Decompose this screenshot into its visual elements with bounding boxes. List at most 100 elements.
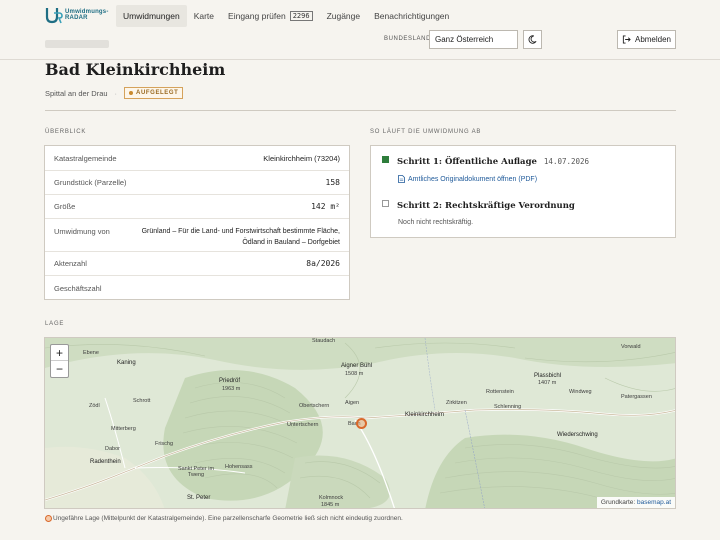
map-label: Zirkitzen (446, 400, 467, 406)
step-1-date: 14.07.2026 (543, 157, 590, 166)
approx-location-legend-icon (45, 515, 52, 522)
map-label: Untertschern (287, 422, 319, 428)
status-dot-icon (129, 91, 134, 95)
status-badge-label: AUFGELEGT (136, 90, 179, 96)
subtitle-line: Spittal an der Drau · AUFGELEGT (45, 87, 184, 99)
map-label: Obertschern (299, 403, 330, 409)
map-label: 1508 m (345, 371, 364, 377)
step-1-title: Schritt 1: Öffentliche Auflage (397, 157, 537, 167)
map-label: Priedröf (219, 378, 241, 384)
step-pending-icon (382, 200, 389, 207)
map-label: Schrott (133, 398, 151, 404)
map-label: Kolmnock (319, 495, 344, 501)
row-key: Aktenzahl (54, 259, 87, 268)
row-key: Größe (54, 202, 76, 211)
row-key: Katastralgemeinde (54, 153, 117, 163)
map-label: 1963 m (222, 386, 241, 392)
map-label: Aigen (345, 400, 360, 406)
map-label: Kaning (117, 360, 136, 366)
attribution-prefix: Grundkarte: (600, 499, 636, 506)
row-key: Umwidmung von (54, 227, 110, 236)
step-1: Schritt 1: Öffentliche Auflage 14.07.202… (382, 156, 590, 167)
table-row: Umwidmung von Grünland – Für die Land- u… (45, 219, 349, 252)
row-key: Grundstück (Parzelle) (54, 178, 127, 187)
process-steps-card: Schritt 1: Öffentliche Auflage 14.07.202… (370, 145, 676, 238)
location-map[interactable]: + − Ebene Kaning Zödl Schrott Mitterberg… (44, 337, 676, 509)
nav-benachrichtigungen[interactable]: Benachrichtigungen (367, 5, 456, 27)
logout-label: Abmelden (634, 35, 672, 44)
title-divider (45, 110, 676, 111)
map-label: 1407 m (538, 380, 557, 386)
map-label: Ebene (83, 350, 99, 356)
nav-umwidmungen[interactable]: Umwidmungen (116, 5, 187, 27)
map-label: Frischg (155, 441, 174, 447)
original-document-link[interactable]: Amtliches Originaldokument öffnen (PDF) (398, 175, 537, 183)
logo-text-line2: RADAR (65, 15, 88, 21)
bundesland-label: BUNDESLAND (384, 36, 432, 42)
separator-dot: · (114, 88, 118, 98)
map-note-text: Ungefähre Lage (Mittelpunkt der Katastra… (53, 515, 403, 522)
map-label: Dabor (105, 446, 120, 452)
overview-table: Katastralgemeinde Kleinkirchheim (73204)… (44, 145, 350, 300)
map-label: Kleinkirchheim (405, 412, 445, 418)
row-key: Geschäftszahl (54, 283, 102, 293)
location-marker-icon[interactable] (356, 418, 367, 429)
map-label: Windweg (569, 389, 592, 395)
map-label: Schlenning (494, 404, 522, 410)
row-value: 8a/2026 (306, 259, 340, 268)
step-2-title: Schritt 2: Rechtskräftige Verordnung (397, 201, 575, 211)
district-name: Spittal an der Drau (45, 88, 108, 98)
zoom-in-button[interactable]: + (51, 345, 68, 361)
breadcrumb-placeholder (45, 40, 109, 48)
step-2: Schritt 2: Rechtskräftige Verordnung (382, 200, 575, 211)
row-value: Kleinkirchheim (73204) (263, 153, 340, 163)
map-label: Mitterberg (111, 426, 136, 432)
map-label: Hohensass (225, 464, 253, 470)
zoom-out-button[interactable]: − (51, 361, 68, 377)
map-label: Sankt Peter im Tweng (177, 466, 215, 478)
map-label: Wiederschwing (557, 432, 598, 438)
main-nav: Umwidmungen Karte Eingang prüfen 2296 Zu… (116, 5, 456, 27)
map-label: Zödl (89, 403, 100, 409)
row-value: Grünland – Für die Land- und Forstwirtsc… (142, 226, 340, 251)
original-document-link-label: Amtliches Originaldokument öffnen (PDF) (408, 175, 538, 183)
map-label: 1845 m (321, 502, 340, 508)
map-label: Staudach (312, 338, 336, 344)
document-icon (398, 175, 405, 183)
map-label: Rottenstein (486, 389, 514, 395)
status-badge: AUFGELEGT (124, 87, 184, 99)
map-label: St. Peter (187, 495, 211, 501)
top-bar: Umwidmungs- RADAR Umwidmungen Karte Eing… (0, 0, 720, 60)
row-value-line1: Grünland – Für die Land- und Forstwirtsc… (141, 228, 340, 235)
moon-icon (528, 35, 537, 44)
nav-eingang-pruefen[interactable]: Eingang prüfen 2296 (221, 5, 320, 27)
table-row: Geschäftszahl (45, 276, 349, 300)
logout-icon (622, 35, 631, 44)
bundesland-select[interactable]: Ganz Österreich (429, 30, 518, 49)
step-2-note: Noch nicht rechtskräftig. (398, 219, 474, 226)
attribution-link[interactable]: basemap.at (637, 499, 671, 506)
map-zoom-control: + − (50, 344, 69, 378)
overview-section-label: ÜBERBLICK (45, 129, 87, 135)
table-row: Katastralgemeinde Kleinkirchheim (73204) (45, 146, 349, 171)
map-label: Vorwald (621, 344, 641, 350)
process-section-label: SO LÄUFT DIE UMWIDMUNG AB (370, 129, 482, 135)
map-label: Patergassen (621, 394, 652, 400)
table-row: Aktenzahl 8a/2026 (45, 252, 349, 276)
nav-zugaenge[interactable]: Zugänge (320, 5, 368, 27)
page-title: Bad Kleinkirchheim (45, 60, 226, 79)
map-note: Ungefähre Lage (Mittelpunkt der Katastra… (53, 515, 403, 522)
map-label: Radenthein (90, 459, 121, 465)
logout-button[interactable]: Abmelden (617, 30, 676, 49)
step-done-icon (382, 156, 389, 163)
map-attribution: Grundkarte: basemap.at (596, 497, 675, 508)
map-section-label: LAGE (45, 321, 65, 327)
table-row: Grundstück (Parzelle) 158 (45, 171, 349, 195)
map-label: Aigner Bühl (341, 363, 373, 369)
logo[interactable]: Umwidmungs- RADAR (45, 6, 109, 24)
map-label: Plassbichl (534, 373, 562, 379)
nav-karte[interactable]: Karte (187, 5, 221, 27)
theme-toggle-button[interactable] (523, 30, 542, 49)
row-value-line2: Ödland in Bauland – Dorfgebiet (242, 239, 340, 246)
nav-eingang-label: Eingang prüfen (228, 11, 286, 21)
